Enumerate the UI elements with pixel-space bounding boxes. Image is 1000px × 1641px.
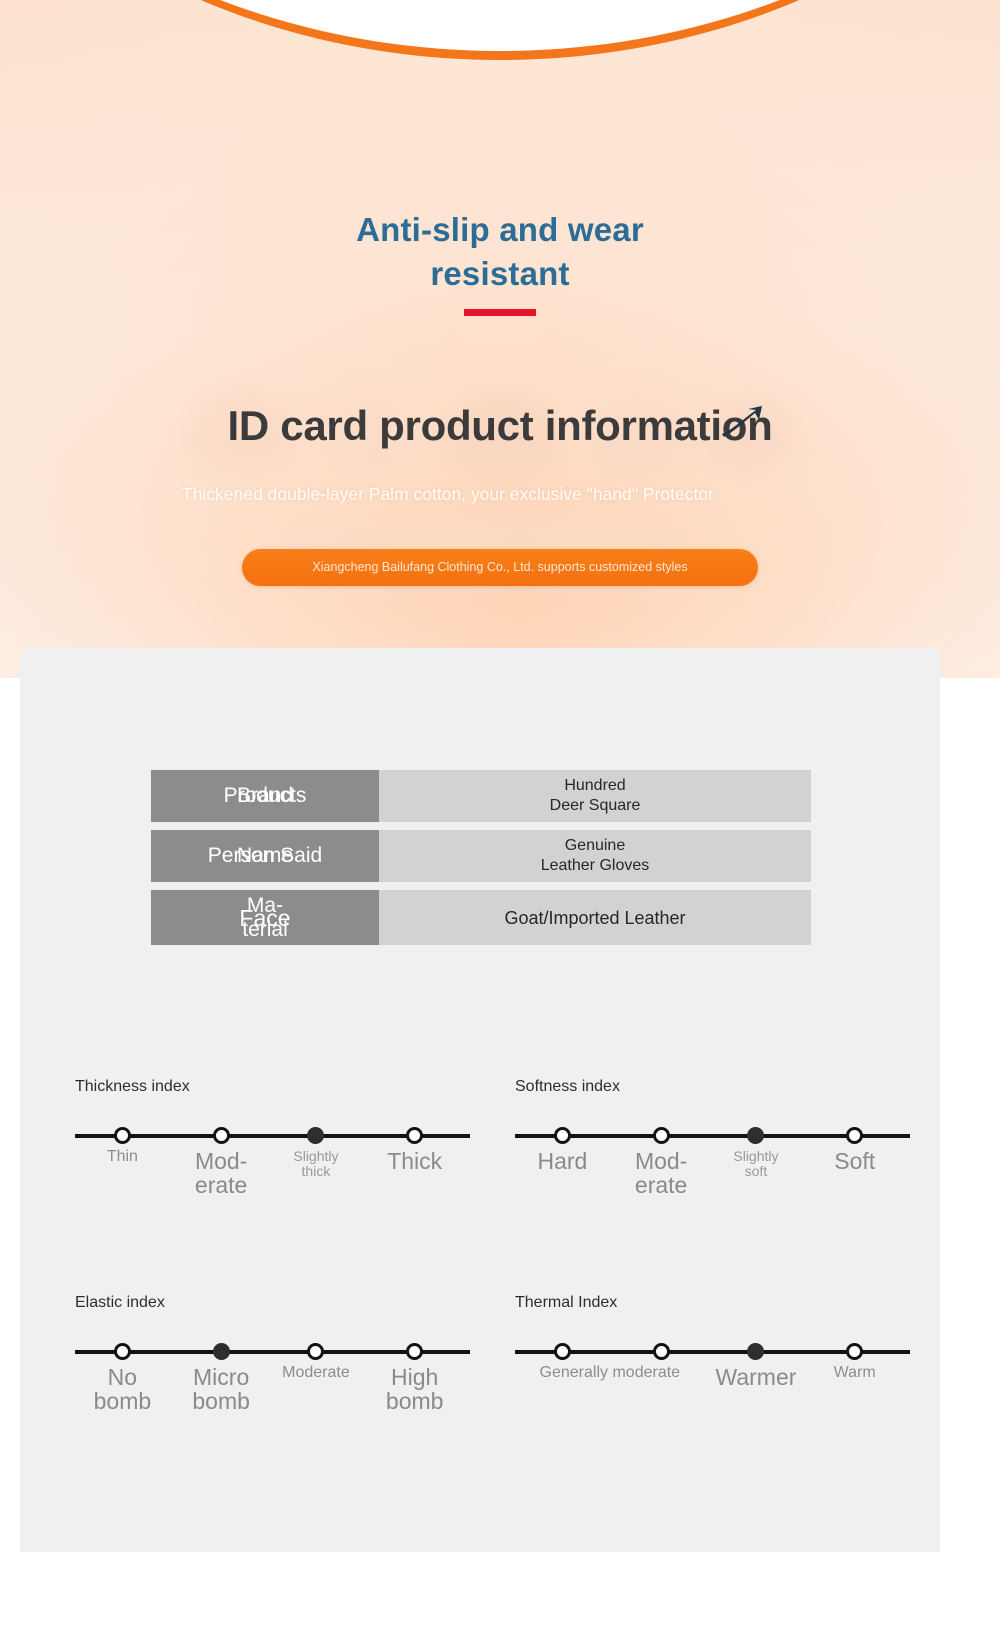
spec-label-text-en: Name	[236, 844, 294, 867]
scale-label-row: No bomb Micro bomb Moderate High bomb	[75, 1361, 470, 1417]
scale-dot-3[interactable]	[406, 1343, 424, 1360]
scale-dot-1[interactable]	[652, 1127, 670, 1144]
hero-divider-rule	[464, 309, 536, 316]
index-block-thermal: Thermal Index Generally moderate Warmer …	[515, 1294, 910, 1417]
hero-subheading: Thickened double-layer Palm cotton, your…	[182, 483, 714, 504]
scale-dot-1[interactable]	[652, 1343, 670, 1360]
scale-label-row: Generally moderate Warmer Warm	[515, 1361, 910, 1417]
scale-dot-3[interactable]	[406, 1127, 424, 1144]
scale-dot-3[interactable]	[846, 1343, 864, 1360]
index-title: Elastic index	[75, 1294, 165, 1311]
spec-label-material: Face Ma- terial	[151, 890, 379, 945]
spec-label-text-en: Face	[239, 904, 291, 931]
spec-value-name: Genuine Leather Gloves	[379, 830, 811, 882]
scale-label-2: Moderate	[282, 1364, 350, 1381]
index-block-elastic: Elastic index No bomb Micro bomb Moderat…	[75, 1294, 470, 1417]
spec-label-text-overlay: Person Said	[207, 844, 323, 867]
index-title: Thermal Index	[515, 1294, 618, 1311]
scale-dot-0[interactable]	[113, 1343, 131, 1360]
index-scale-track[interactable]	[75, 1343, 470, 1361]
spec-label-text-en: Products	[223, 784, 307, 807]
hero-banner: Anti-slip and wear resistant ID card pro…	[0, 0, 1000, 678]
scale-label-row: Hard Mod- erate Slightly soft Soft	[515, 1145, 910, 1201]
scale-dot-1[interactable]	[212, 1127, 230, 1144]
spec-label-name: Name Person Said	[151, 830, 379, 882]
scale-label-3: High bomb	[385, 1364, 444, 1415]
scale-dot-3[interactable]	[846, 1127, 864, 1144]
scale-label-1: Mod- erate	[194, 1148, 248, 1199]
scale-label-1: Mod- erate	[634, 1148, 688, 1199]
spec-label-text-overlay: Brand	[236, 784, 294, 807]
spec-value-brand: Hundred Deer Square	[379, 770, 811, 822]
scale-dot-2[interactable]	[307, 1343, 325, 1360]
scale-label-3: Thick	[387, 1148, 443, 1174]
scale-dot-1[interactable]	[212, 1343, 230, 1360]
scale-label-2: Slightly soft	[733, 1148, 779, 1179]
table-row: Products Brand Hundred Deer Square	[151, 770, 811, 822]
scale-label-3: Warm	[833, 1364, 876, 1381]
scale-label-0: Generally moderate	[539, 1364, 681, 1381]
scale-label-0: Hard	[537, 1148, 588, 1174]
index-title: Softness index	[515, 1078, 620, 1095]
scale-dot-0[interactable]	[553, 1343, 571, 1360]
product-spec-table: Products Brand Hundred Deer Square Name …	[151, 770, 811, 953]
product-detail-panel: Products Brand Hundred Deer Square Name …	[20, 648, 940, 1552]
spec-label-brand: Products Brand	[151, 770, 379, 822]
scale-dot-2[interactable]	[747, 1127, 765, 1144]
spec-value-material: Goat/Imported Leather	[379, 890, 811, 945]
table-row: Name Person Said Genuine Leather Gloves	[151, 830, 811, 882]
cursor-arrow-icon	[722, 406, 762, 437]
scale-label-1: Micro bomb	[192, 1364, 250, 1415]
scale-dot-2[interactable]	[307, 1127, 325, 1144]
scale-dot-0[interactable]	[113, 1127, 131, 1144]
scale-label-2: Warmer	[715, 1364, 797, 1390]
index-scale-track[interactable]	[515, 1343, 910, 1361]
index-title: Thickness index	[75, 1078, 190, 1095]
index-block-thickness: Thickness index Thin Mod- erate Slightly…	[75, 1078, 470, 1201]
index-block-softness: Softness index Hard Mod- erate Slightly …	[515, 1078, 910, 1201]
index-scale-track[interactable]	[515, 1127, 910, 1145]
scale-dot-0[interactable]	[553, 1127, 571, 1144]
table-row: Face Ma- terial Goat/Imported Leather	[151, 890, 811, 945]
spec-label-text-overlay: Ma- terial	[242, 893, 288, 941]
scale-dot-2[interactable]	[747, 1343, 765, 1360]
scale-label-0: Thin	[106, 1148, 138, 1165]
scale-label-3: Soft	[834, 1148, 876, 1174]
hero-title: Anti-slip and wear resistant	[356, 211, 644, 293]
index-scale-track[interactable]	[75, 1127, 470, 1145]
scale-label-2: Slightly thick	[293, 1148, 339, 1179]
scale-label-row: Thin Mod- erate Slightly thick Thick	[75, 1145, 470, 1201]
page-title: ID card product information	[227, 401, 773, 449]
scale-label-0: No bomb	[93, 1364, 152, 1415]
hero-cta-banner[interactable]: Xiangcheng Bailufang Clothing Co., Ltd. …	[242, 549, 758, 586]
